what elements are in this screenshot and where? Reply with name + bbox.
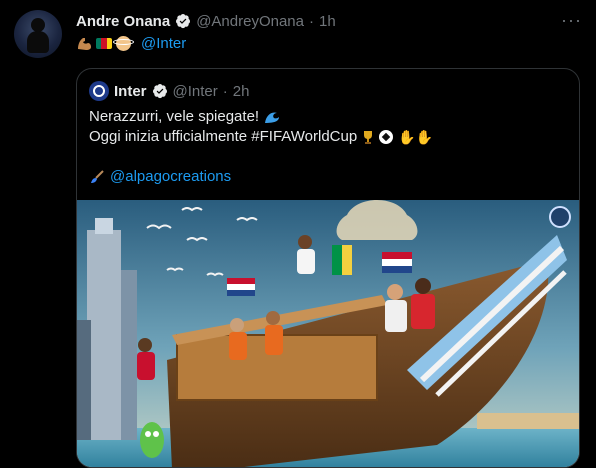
tweet-header: Andre Onana @AndreyOnana · 1h <box>76 10 336 32</box>
author-handle[interactable]: @AndreyOnana <box>196 13 304 30</box>
author-avatar[interactable] <box>14 10 62 58</box>
quoted-tweet-header: Inter @Inter · 2h <box>89 81 249 101</box>
quoted-tweet-text: Nerazzurri, vele spiegate! Oggi inizia u… <box>89 107 433 187</box>
illustration-boat-scene <box>77 200 579 467</box>
credit-mention-link[interactable]: @alpagocreations <box>110 167 231 187</box>
water-wave-emoji <box>265 112 280 123</box>
flexed-biceps-emoji <box>78 38 91 50</box>
soccer-ball-emoji <box>379 130 394 144</box>
author-name[interactable]: Andre Onana <box>76 13 170 30</box>
separator-dot: · <box>308 12 314 30</box>
quoted-tweet[interactable]: Inter @Inter · 2h Nerazzurri, vele spieg… <box>76 68 580 468</box>
paintbrush-emoji <box>91 170 104 183</box>
quoted-tweet-time[interactable]: 2h <box>233 83 250 100</box>
quoted-line-1: Nerazzurri, vele spiegate! <box>89 108 260 125</box>
tweet-text: @Inter <box>76 35 186 52</box>
quoted-author-handle[interactable]: @Inter <box>173 83 218 100</box>
trophy-emoji <box>364 131 373 144</box>
verified-badge-icon <box>152 84 167 99</box>
tweet[interactable]: Andre Onana @AndreyOnana · 1h ··· @Inter… <box>0 0 596 468</box>
inter-watermark-logo <box>549 206 571 228</box>
tweet-media-image[interactable] <box>77 200 579 467</box>
quoted-author-name[interactable]: Inter <box>114 83 147 100</box>
angel-face-emoji <box>113 36 134 51</box>
separator-dot: · <box>222 82 228 100</box>
mention-link[interactable]: @Inter <box>141 35 186 52</box>
tweet-time[interactable]: 1h <box>319 13 336 30</box>
quoted-line-2: Oggi inizia ufficialmente #FIFAWorldCup <box>89 128 358 145</box>
cameroon-flag-emoji <box>96 38 112 49</box>
verified-badge-icon <box>176 14 191 29</box>
raising-hands-emoji: ✋✋ <box>398 129 434 145</box>
more-options-icon[interactable]: ··· <box>561 10 582 31</box>
quoted-author-avatar[interactable] <box>89 81 109 101</box>
avatar-figure-body <box>27 31 49 53</box>
avatar-figure-head <box>31 18 45 32</box>
